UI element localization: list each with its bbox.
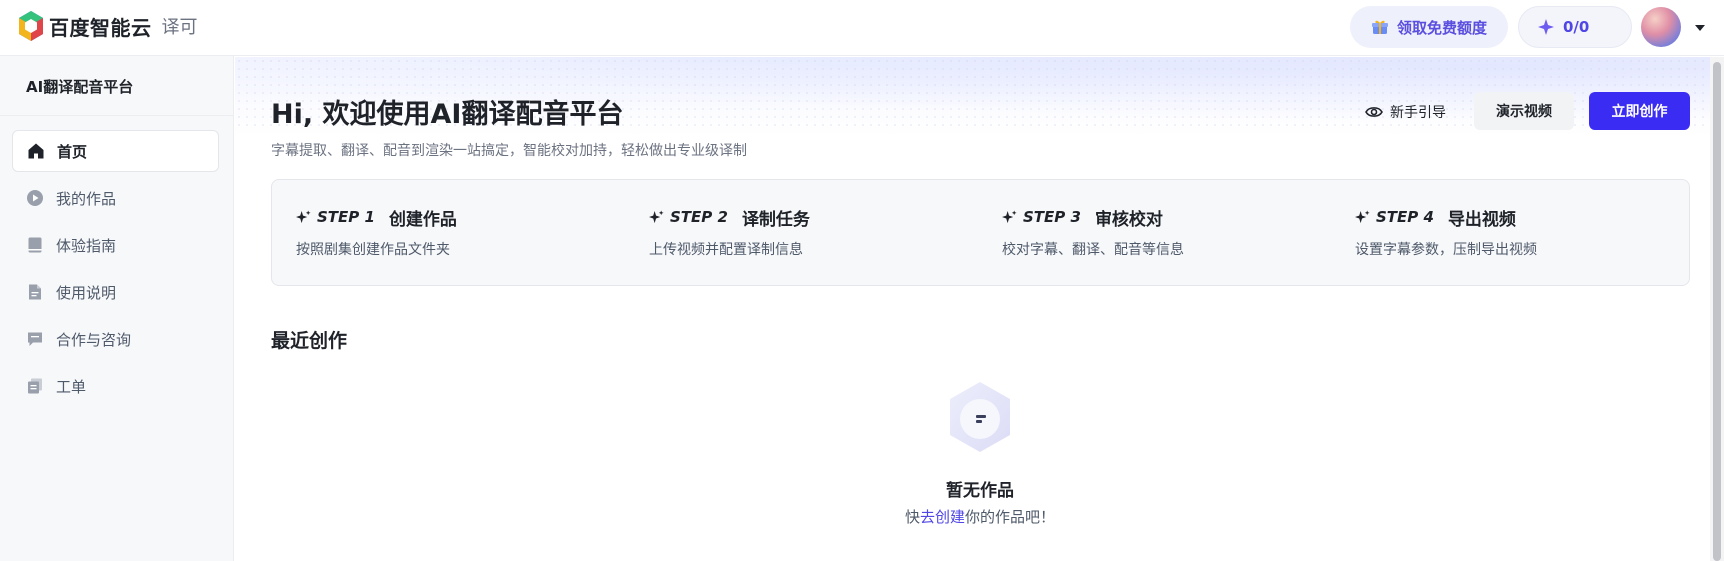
sidebar-item-label: 体验指南	[56, 236, 117, 255]
document-icon	[29, 284, 41, 300]
sidebar-item-cooperation[interactable]: 合作与咨询	[12, 318, 219, 360]
step-description: 校对字幕、翻译、配音等信息	[1002, 242, 1184, 258]
step-name: 审核校对	[1094, 209, 1163, 230]
sidebar-item-label: 我的作品	[56, 189, 117, 208]
user-avatar[interactable]	[1641, 7, 1681, 47]
top-bar: 百度智能云 译可 领取免费额度 0/0	[0, 0, 1724, 56]
sidebar-item-home[interactable]: 首页	[12, 130, 219, 172]
home-icon	[28, 143, 44, 159]
beginner-guide-label: 新手引导	[1390, 105, 1446, 121]
eye-icon	[1365, 107, 1383, 117]
baidu-cloud-logo-icon	[19, 11, 43, 41]
sparkle-icon	[296, 209, 311, 223]
sidebar-nav: 首页 我的作品 体验指南 使用说明 合作与咨询 工单	[12, 130, 219, 412]
chat-icon	[28, 332, 42, 346]
demo-video-button[interactable]: 演示视频	[1474, 92, 1574, 130]
sparkle-icon	[649, 209, 664, 223]
sidebar: AI翻译配音平台 首页 我的作品 体验指南 使用说明 合作与咨询 工单	[0, 56, 234, 561]
step-description: 设置字幕参数，压制导出视频	[1355, 242, 1537, 258]
step-number: STEP 2	[670, 208, 728, 226]
sidebar-item-instructions[interactable]: 使用说明	[12, 271, 219, 313]
quota-display[interactable]: 0/0	[1518, 6, 1632, 48]
step-3: STEP 3 审核校对 校对字幕、翻译、配音等信息	[1002, 205, 1184, 259]
go-create-link[interactable]: 去创建	[920, 508, 965, 526]
quota-value: 0/0	[1563, 18, 1590, 36]
claim-free-quota-label: 领取免费额度	[1396, 18, 1487, 37]
sidebar-item-label: 首页	[57, 142, 88, 161]
page-subtitle: 字幕提取、翻译、配音到渲染一站搞定，智能校对加持，轻松做出专业级译制	[271, 143, 747, 159]
book-icon	[28, 237, 42, 253]
sparkle-icon	[1002, 209, 1017, 223]
product-name: 译可	[161, 17, 198, 38]
caret-down-icon[interactable]	[1692, 20, 1708, 36]
step-number: STEP 4	[1376, 208, 1434, 226]
scrollbar-thumb[interactable]	[1713, 62, 1721, 561]
sparkle-icon	[1355, 209, 1370, 223]
step-name: 导出视频	[1447, 209, 1516, 230]
brand-name: 百度智能云	[49, 15, 152, 40]
empty-state-title: 暂无作品	[946, 481, 1014, 501]
sidebar-item-tickets[interactable]: 工单	[12, 365, 219, 407]
step-number: STEP 1	[317, 208, 375, 226]
page-title: Hi, 欢迎使用AI翻译配音平台	[271, 99, 624, 130]
sidebar-item-guide[interactable]: 体验指南	[12, 224, 219, 266]
step-4: STEP 4 导出视频 设置字幕参数，压制导出视频	[1355, 205, 1537, 259]
step-number: STEP 3	[1023, 208, 1081, 226]
step-name: 译制任务	[741, 209, 810, 230]
sidebar-item-label: 工单	[56, 377, 87, 396]
create-now-button[interactable]: 立即创作	[1589, 92, 1690, 130]
sidebar-item-my-works[interactable]: 我的作品	[12, 177, 219, 219]
sidebar-item-label: 合作与咨询	[56, 330, 132, 349]
step-description: 按照剧集创建作品文件夹	[296, 242, 450, 258]
empty-state-message: 快去创建你的作品吧！	[235, 506, 1724, 527]
steps-card: STEP 1 创建作品 按照剧集创建作品文件夹 STEP 2 译制任务 上传视频…	[271, 179, 1690, 286]
step-1: STEP 1 创建作品 按照剧集创建作品文件夹	[296, 205, 457, 259]
sidebar-divider	[0, 115, 234, 116]
gift-icon	[1371, 20, 1388, 34]
step-2: STEP 2 译制任务 上传视频并配置译制信息	[649, 205, 810, 259]
step-name: 创建作品	[388, 209, 457, 230]
empty-state-icon	[950, 382, 1010, 452]
beginner-guide-button[interactable]: 新手引导	[1365, 94, 1446, 130]
sparkle-icon	[1538, 19, 1554, 35]
platform-title: AI翻译配音平台	[26, 78, 134, 96]
recent-works-title: 最近创作	[271, 330, 348, 352]
claim-free-quota-button[interactable]: 领取免费额度	[1350, 6, 1508, 48]
logo[interactable]: 百度智能云 译可	[17, 10, 198, 42]
play-circle-icon	[27, 190, 43, 206]
step-description: 上传视频并配置译制信息	[649, 242, 803, 258]
ticket-icon	[28, 378, 42, 394]
sidebar-item-label: 使用说明	[56, 283, 117, 302]
empty-state-prefix: 快	[904, 508, 920, 526]
empty-state-suffix: 你的作品吧！	[965, 508, 1056, 526]
